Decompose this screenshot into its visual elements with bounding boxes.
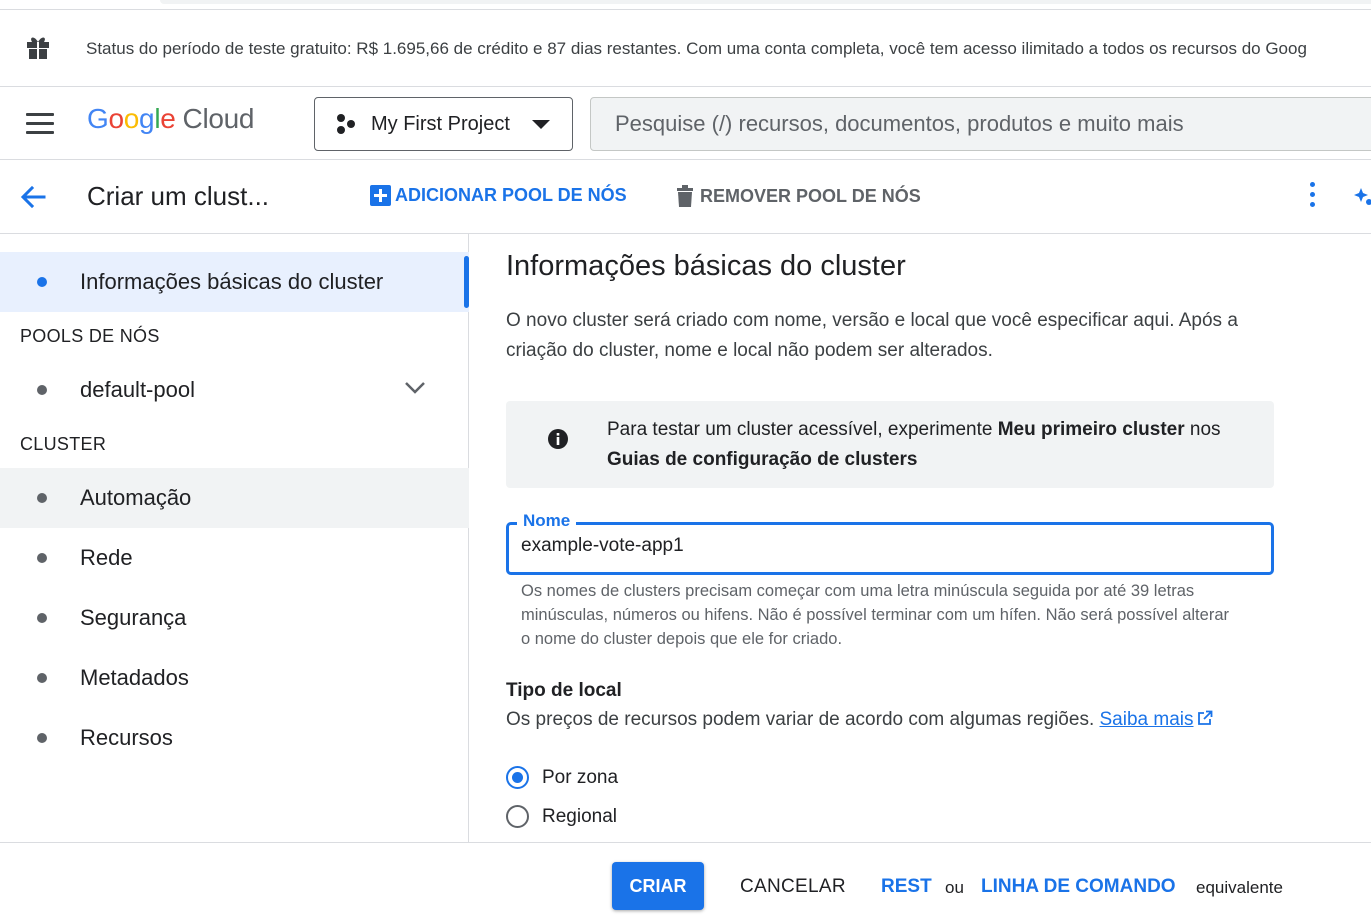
radio-zonal[interactable]: Por zona <box>506 766 618 789</box>
caret-down-icon <box>532 120 550 129</box>
chevron-down-icon[interactable] <box>404 381 426 395</box>
info-icon <box>548 429 568 449</box>
or-text: ou <box>945 878 964 897</box>
sidebar-item-label: Automação <box>80 485 192 510</box>
hamburger-menu-icon[interactable] <box>26 113 56 135</box>
location-description: Os preços de recursos podem variar de ac… <box>506 709 1213 731</box>
sidebar-item-label: Recursos <box>80 725 173 750</box>
create-button[interactable]: CRIAR <box>612 862 704 910</box>
radio-label: Por zona <box>542 766 619 788</box>
name-field-label: Nome <box>517 511 577 531</box>
remove-node-pool-button[interactable]: REMOVER POOL DE NÓS <box>676 185 921 207</box>
sparkle-icon[interactable] <box>1354 182 1371 212</box>
equivalent-text: equivalente <box>1196 878 1283 897</box>
cluster-name-input[interactable] <box>521 535 1221 557</box>
cluster-name-field[interactable]: Nome <box>506 511 1274 575</box>
name-helper-text: Os nomes de clusters precisam começar co… <box>521 582 1229 648</box>
section-label-node-pools: POOLS DE NÓS <box>20 326 160 346</box>
sidebar-item-metadata[interactable]: Metadados <box>0 648 469 708</box>
active-dot-icon <box>37 277 47 287</box>
section-heading: Informações básicas do cluster <box>506 250 906 282</box>
search-bar[interactable] <box>590 97 1371 151</box>
sidebar-nav: Informações básicas do cluster POOLS DE … <box>0 234 469 842</box>
trial-status-text: Status do período de teste gratuito: R$ … <box>86 39 1307 58</box>
info-bold-config-guides: Guias de configuração de clusters <box>607 449 918 470</box>
main-content: Informações básicas do cluster O novo cl… <box>470 234 1371 842</box>
active-indicator <box>464 256 469 308</box>
trial-banner: Status do período de teste gratuito: R$ … <box>0 11 1371 87</box>
project-picker[interactable]: My First Project <box>314 97 573 151</box>
sidebar-item-label: default-pool <box>80 377 195 402</box>
dot-icon <box>37 733 47 743</box>
radio-unselected-icon[interactable] <box>506 805 529 828</box>
page-toolbar: Criar um clust... ADICIONAR POOL DE NÓS … <box>0 160 1371 234</box>
gift-icon <box>27 37 49 59</box>
dot-icon <box>37 673 47 683</box>
back-arrow-icon[interactable] <box>18 182 48 212</box>
sidebar-item-cluster-basics[interactable]: Informações básicas do cluster <box>0 252 469 312</box>
project-name: My First Project <box>371 112 510 135</box>
google-cloud-logo[interactable]: Google Cloud <box>87 103 255 135</box>
sidebar-item-default-pool[interactable]: default-pool <box>0 360 469 420</box>
action-footer: CRIAR CANCELAR REST ou LINHA DE COMANDO … <box>0 842 1371 915</box>
top-header: Google Cloud My First Project <box>0 87 1371 160</box>
cancel-button[interactable]: CANCELAR <box>740 876 846 898</box>
section-label-cluster: CLUSTER <box>20 434 107 454</box>
radio-selected-icon[interactable] <box>506 766 529 789</box>
location-type-title: Tipo de local <box>506 680 622 701</box>
info-text: Para testar um cluster acessível, experi… <box>607 419 1221 470</box>
radio-label: Regional <box>542 805 617 827</box>
project-nodes-icon <box>337 114 355 134</box>
sidebar-item-label: Segurança <box>80 605 187 630</box>
sidebar-item-label: Rede <box>80 545 133 570</box>
sidebar-item-network[interactable]: Rede <box>0 528 469 588</box>
info-bold-first-cluster: Meu primeiro cluster <box>997 419 1185 440</box>
sidebar-item-security[interactable]: Segurança <box>0 588 469 648</box>
search-input[interactable] <box>591 98 1351 150</box>
dot-icon <box>37 493 47 503</box>
external-link-icon[interactable] <box>1197 710 1213 726</box>
learn-more-link[interactable]: Saiba mais <box>1100 709 1194 730</box>
add-node-pool-button[interactable]: ADICIONAR POOL DE NÓS <box>370 185 627 206</box>
add-node-pool-label: ADICIONAR POOL DE NÓS <box>395 185 627 205</box>
command-line-link[interactable]: LINHA DE COMANDO <box>981 876 1176 898</box>
remove-node-pool-label: REMOVER POOL DE NÓS <box>700 185 921 206</box>
page-title: Criar um clust... <box>87 181 270 211</box>
trash-icon <box>677 185 693 207</box>
radio-regional[interactable]: Regional <box>506 805 617 828</box>
browser-tab-edge <box>160 0 1371 4</box>
dot-icon <box>37 613 47 623</box>
more-options-icon[interactable] <box>1302 182 1322 212</box>
browser-top-strip <box>0 0 1371 10</box>
sidebar-item-label: Informações básicas do cluster <box>80 269 384 294</box>
dot-icon <box>37 553 47 563</box>
sidebar-item-automation[interactable]: Automação <box>0 468 469 528</box>
rest-link[interactable]: REST <box>881 876 932 898</box>
dot-icon <box>37 385 47 395</box>
sidebar-item-label: Metadados <box>80 665 189 690</box>
info-callout: Para testar um cluster acessível, experi… <box>506 401 1274 488</box>
add-box-icon <box>370 185 391 206</box>
sidebar-item-features[interactable]: Recursos <box>0 708 469 768</box>
intro-text: O novo cluster será criado com nome, ver… <box>506 310 1238 361</box>
